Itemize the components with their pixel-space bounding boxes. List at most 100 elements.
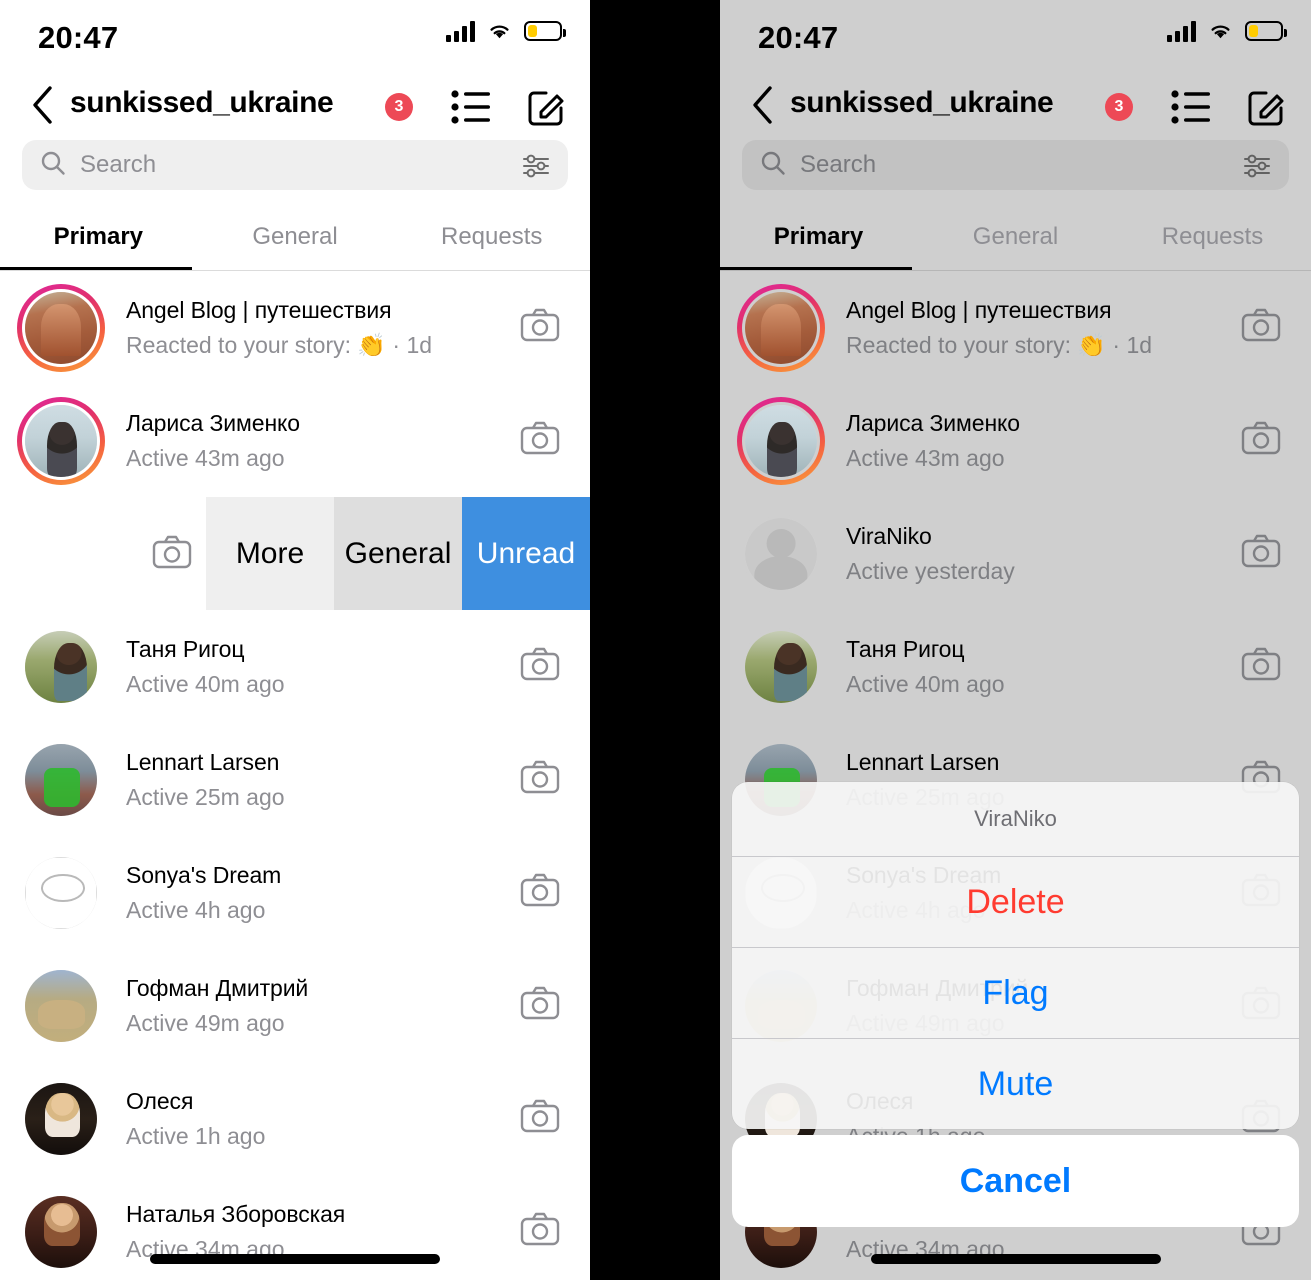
avatar-image	[25, 969, 97, 1042]
avatar[interactable]	[22, 627, 100, 706]
tab-primary[interactable]: Primary	[720, 204, 917, 270]
tab-general[interactable]: General	[917, 204, 1114, 270]
camera-icon[interactable]	[152, 535, 192, 574]
list-item[interactable]: Angel Blog | путешествия Reacted to your…	[720, 271, 1311, 384]
filter-sliders-icon[interactable]	[1243, 153, 1271, 184]
conversation-name: Лариса Зименко	[126, 409, 300, 436]
tab-primary[interactable]: Primary	[0, 204, 197, 270]
tab-general[interactable]: General	[197, 204, 394, 270]
back-button[interactable]	[750, 84, 776, 124]
search-input[interactable]: Search	[742, 140, 1289, 190]
list-item[interactable]: Наталья Зборовская Active 34m ago	[0, 1175, 590, 1280]
inbox-tabs: Primary General Requests	[720, 204, 1311, 270]
search-input[interactable]: Search	[22, 140, 568, 190]
panel-divider	[590, 0, 720, 1280]
conversation-status: Active 1h ago	[126, 1122, 266, 1149]
conversation-name: Олеся	[126, 1087, 194, 1114]
navigation-bar: sunkissed_ukraine 3	[0, 72, 590, 140]
active-tab-underline	[720, 267, 912, 270]
avatar-image	[25, 404, 97, 477]
swiped-list-item[interactable]: More General Unread	[0, 497, 590, 610]
tab-requests[interactable]: Requests	[1114, 204, 1311, 270]
swipe-unread-button[interactable]: Unread	[462, 497, 590, 610]
avatar[interactable]	[742, 514, 820, 593]
wifi-icon	[490, 25, 509, 39]
back-button[interactable]	[30, 84, 56, 124]
conversation-name: Angel Blog | путешествия	[126, 296, 392, 323]
camera-icon[interactable]	[520, 760, 560, 799]
search-placeholder: Search	[800, 151, 877, 178]
conversation-name: Lennart Larsen	[126, 748, 280, 775]
avatar[interactable]	[737, 396, 825, 485]
camera-icon[interactable]	[520, 308, 560, 347]
list-item[interactable]: Lennart Larsen Active 25m ago	[0, 723, 590, 836]
list-item[interactable]: Олеся Active 1h ago	[0, 1062, 590, 1175]
battery-low-icon	[1245, 21, 1287, 41]
search-icon	[40, 150, 66, 181]
conversation-name: Гофман Дмитрий	[126, 974, 309, 1001]
action-sheet-flag-button[interactable]: Flag	[732, 948, 1299, 1038]
message-requests-list-icon[interactable]	[1170, 88, 1212, 131]
list-item[interactable]: Angel Blog | путешествия Reacted to your…	[0, 271, 590, 384]
conversation-name: Таня Ригоц	[846, 635, 965, 662]
status-bar-icons	[446, 20, 566, 42]
conversation-name: ViraNiko	[846, 522, 932, 549]
conversation-list: Angel Blog | путешествия Reacted to your…	[0, 271, 590, 1280]
tab-requests[interactable]: Requests	[393, 204, 590, 270]
camera-icon[interactable]	[520, 1099, 560, 1138]
list-item[interactable]: Таня Ригоц Active 40m ago	[720, 610, 1311, 723]
swipe-more-button[interactable]: More	[206, 497, 334, 610]
avatar[interactable]	[22, 740, 100, 819]
camera-icon[interactable]	[520, 873, 560, 912]
avatar[interactable]	[17, 396, 105, 485]
home-indicator	[150, 1254, 440, 1264]
avatar-image	[25, 856, 97, 929]
conversation-status: Active 43m ago	[846, 444, 1005, 471]
list-item[interactable]: Sonya's Dream Active 4h ago	[0, 836, 590, 949]
filter-sliders-icon[interactable]	[522, 153, 550, 184]
compose-new-message-icon[interactable]	[525, 86, 567, 133]
conversation-status: Reacted to your story: 👏 · 1d	[846, 331, 1153, 358]
camera-icon[interactable]	[520, 421, 560, 460]
camera-icon[interactable]	[1241, 647, 1281, 686]
avatar[interactable]	[737, 283, 825, 372]
conversation-name: Лариса Зименко	[846, 409, 1020, 436]
action-sheet-title: ViraNiko	[974, 806, 1057, 831]
camera-icon[interactable]	[1241, 421, 1281, 460]
list-item[interactable]: Таня Ригоц Active 40m ago	[0, 610, 590, 723]
camera-icon[interactable]	[1241, 534, 1281, 573]
conversation-status: Reacted to your story: 👏 · 1d	[126, 331, 433, 358]
avatar[interactable]	[22, 966, 100, 1045]
action-sheet: ViraNiko Delete Flag Mute	[732, 782, 1299, 1129]
conversation-status: Active 43m ago	[126, 444, 285, 471]
conversation-status: Active 40m ago	[126, 670, 285, 697]
camera-icon[interactable]	[520, 647, 560, 686]
compose-new-message-icon[interactable]	[1245, 86, 1287, 133]
list-item[interactable]: Лариса Зименко Active 43m ago	[0, 384, 590, 497]
list-item[interactable]: ViraNiko Active yesterday	[720, 497, 1311, 610]
search-container: Search	[0, 140, 590, 190]
action-sheet-delete-button[interactable]: Delete	[732, 857, 1299, 947]
search-container: Search	[720, 140, 1311, 190]
avatar[interactable]	[22, 853, 100, 932]
avatar[interactable]	[22, 1079, 100, 1158]
avatar[interactable]	[22, 1192, 100, 1271]
wifi-icon	[1211, 25, 1230, 39]
camera-icon[interactable]	[1241, 308, 1281, 347]
avatar-image	[25, 1082, 97, 1155]
signal-bars-icon	[446, 20, 475, 42]
action-sheet-cancel-button[interactable]: Cancel	[732, 1135, 1299, 1227]
conversation-name: Таня Ригоц	[126, 635, 245, 662]
camera-icon[interactable]	[520, 1212, 560, 1251]
list-item[interactable]: Лариса Зименко Active 43m ago	[720, 384, 1311, 497]
conversation-name: Angel Blog | путешествия	[846, 296, 1112, 323]
unread-badge: 3	[1105, 93, 1133, 121]
avatar[interactable]	[17, 283, 105, 372]
avatar[interactable]	[742, 627, 820, 706]
action-sheet-mute-button[interactable]: Mute	[732, 1039, 1299, 1129]
list-item[interactable]: Гофман Дмитрий Active 49m ago	[0, 949, 590, 1062]
message-requests-list-icon[interactable]	[450, 88, 492, 131]
camera-icon[interactable]	[520, 986, 560, 1025]
status-bar: 20:47	[720, 0, 1311, 72]
swipe-general-button[interactable]: General	[334, 497, 462, 610]
